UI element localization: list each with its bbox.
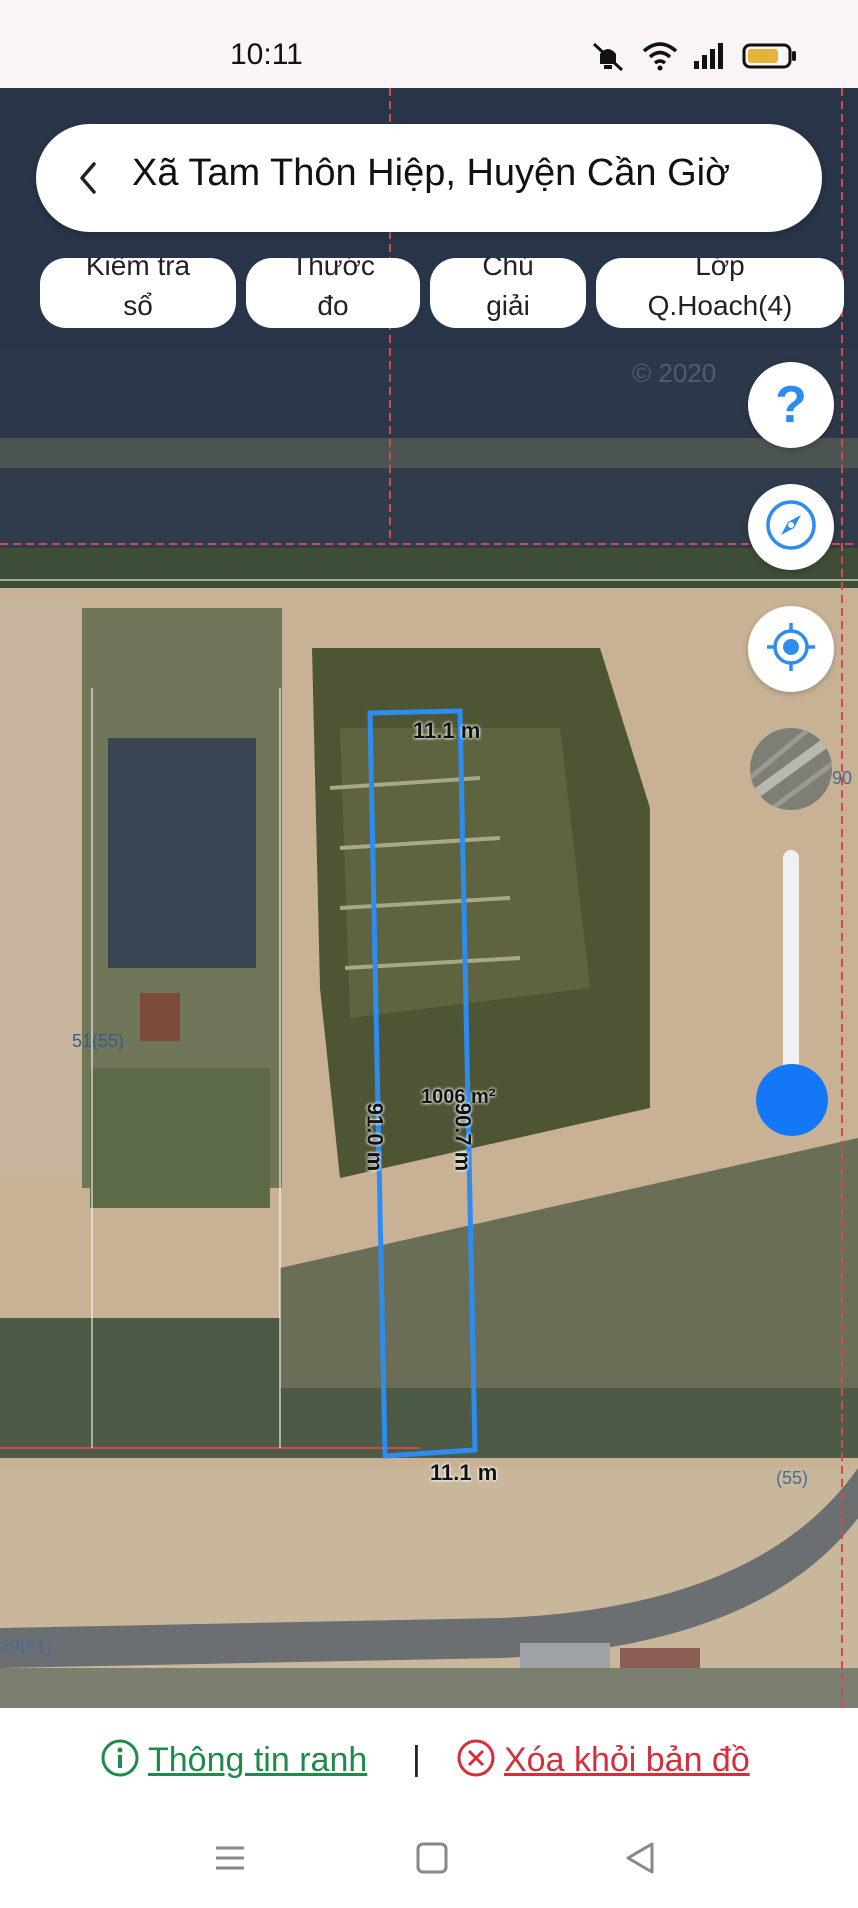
location-bar[interactable]: Xã Tam Thôn Hiệp, Huyện Cần Giờ (36, 124, 822, 232)
menu-nav-icon[interactable] (210, 1838, 250, 1878)
signal-icon (692, 41, 728, 76)
back-arrow-icon[interactable] (64, 154, 112, 202)
help-icon: ? (775, 376, 807, 434)
compass-icon (764, 498, 818, 557)
wifi-icon (642, 41, 678, 76)
help-button[interactable]: ? (748, 362, 834, 448)
road-layer-icon (750, 728, 832, 810)
lot-label-left: 51(55) (72, 1031, 125, 1051)
parcel-actions-bar: Thông tin ranh | Xóa khỏi bản đồ (0, 1708, 858, 1808)
close-circle-icon (456, 1738, 496, 1783)
action-separator: | (412, 1740, 421, 1778)
location-title: Xã Tam Thôn Hiệp, Huyện Cần Giờ (132, 152, 731, 194)
chip-ruler[interactable]: Thước đo (246, 258, 420, 328)
lot-label-right: 90 (832, 768, 853, 788)
map-watermark: © 2020 (632, 358, 717, 388)
chip-check-book-line1: Kiểm tra (85, 258, 191, 281)
chip-planning-layer[interactable]: Lớp Q.Hoach(4) (596, 258, 844, 328)
crosshair-icon (764, 620, 818, 679)
back-nav-icon[interactable] (620, 1838, 660, 1878)
boundary-info-link[interactable]: Thông tin ranh (100, 1738, 367, 1783)
locate-button[interactable] (748, 606, 834, 692)
lot-label-bottom-right: (55) (776, 1468, 809, 1488)
parcel-top-edge-label: 11.1 m (413, 718, 481, 743)
chip-legend-line2: giải (486, 290, 530, 321)
satellite-map[interactable]: 11.1 m 11.1 m 1006 m² 91.0 m 90.7 m 51(5… (0, 88, 858, 1708)
home-nav-icon[interactable] (412, 1838, 452, 1878)
map-imagery (0, 88, 858, 1708)
status-time: 10:11 (230, 38, 303, 71)
chip-check-book-line2: sổ (123, 290, 153, 321)
system-navigation-bar (0, 1808, 858, 1908)
chip-check-book[interactable]: Kiểm tra sổ (40, 258, 236, 328)
chip-legend-line1: Chú (482, 258, 534, 281)
mute-icon (588, 40, 628, 77)
compass-button[interactable] (748, 484, 834, 570)
zoom-slider-track[interactable] (783, 850, 799, 1100)
chip-legend[interactable]: Chú giải (430, 258, 586, 328)
chip-ruler-line1: Thước (291, 258, 375, 281)
zoom-slider-handle[interactable] (756, 1064, 828, 1136)
status-icons (588, 40, 798, 77)
remove-from-map-link[interactable]: Xóa khỏi bản đồ (456, 1738, 750, 1783)
boundary-info-label: Thông tin ranh (148, 1741, 368, 1779)
parcel-left-edge-label: 91.0 m (362, 1102, 388, 1172)
chip-planning-layer-line1: Lớp (695, 258, 745, 281)
status-bar: 10:11 (0, 0, 858, 88)
chip-ruler-line2: đo (317, 290, 349, 321)
map-layer-toggle[interactable] (750, 728, 832, 810)
chip-planning-layer-line2: Q.Hoach(4) (647, 290, 793, 321)
parcel-right-edge-label: 90.7 m (450, 1102, 476, 1172)
parcel-bottom-edge-label: 11.1 m (430, 1460, 498, 1485)
info-icon (100, 1738, 140, 1783)
remove-from-map-label: Xóa khỏi bản đồ (504, 1741, 750, 1779)
lot-label-bottom-left: 39(61) (0, 1636, 53, 1656)
battery-icon (742, 41, 798, 76)
